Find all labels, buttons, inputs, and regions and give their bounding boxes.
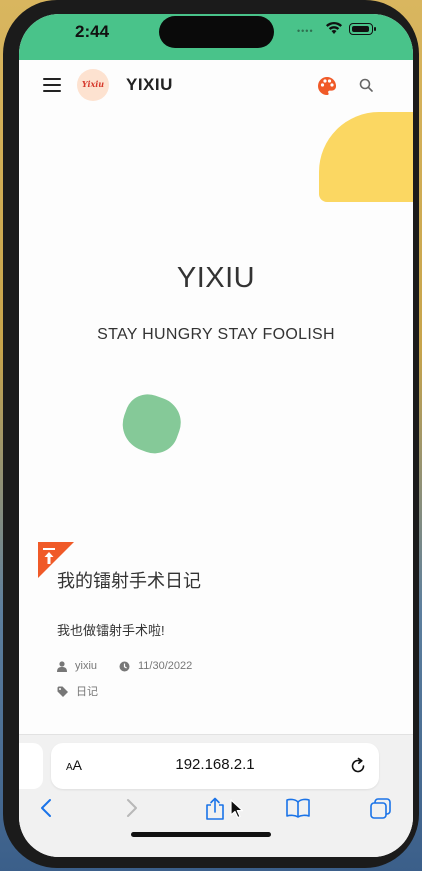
mouse-cursor-icon: [230, 799, 244, 819]
forward-icon[interactable]: [121, 797, 141, 819]
post-card: 我的镭射手术日记 我也做镭射手术啦! yixiu 11/30/2022 日记: [19, 530, 413, 740]
site-title[interactable]: YIXIU: [126, 75, 173, 95]
previous-tab-pill[interactable]: [19, 743, 43, 789]
reload-icon[interactable]: [349, 757, 367, 775]
decorative-yellow-blob: [319, 112, 413, 202]
dynamic-island: [159, 16, 274, 48]
back-icon[interactable]: [37, 797, 57, 819]
hero-subtitle: STAY HUNGRY STAY FOOLISH: [97, 326, 335, 343]
share-icon[interactable]: [204, 797, 226, 821]
status-bar: 2:44 ••••: [19, 14, 413, 60]
site-header: Yixiu YIXIU: [19, 60, 413, 110]
avatar-logo-text: Yixiu: [81, 79, 105, 89]
phone-screen: 2:44 •••• Yixiu YIXIU YIXIU STAY HUNGRY …: [19, 14, 413, 857]
phone-frame: 2:44 •••• Yixiu YIXIU YIXIU STAY HUNGRY …: [3, 0, 419, 868]
search-icon[interactable]: [359, 78, 373, 92]
post-date-text: 11/30/2022: [138, 660, 193, 672]
tabs-icon[interactable]: [369, 797, 393, 821]
decorative-green-blob: [115, 387, 188, 461]
hero-title: YIXIU: [176, 262, 256, 294]
post-excerpt: 我也做镭射手术啦!: [57, 623, 165, 638]
status-time: 2:44: [75, 22, 110, 41]
avatar[interactable]: Yixiu: [77, 69, 109, 101]
tag-icon: [57, 686, 68, 697]
browser-toolbar: AA 192.168.2.1: [19, 734, 413, 857]
address-bar[interactable]: AA 192.168.2.1: [51, 743, 379, 789]
post-tag[interactable]: 日记: [57, 683, 98, 699]
home-indicator: [131, 832, 271, 837]
battery-icon: [349, 23, 376, 35]
post-author[interactable]: yixiu: [57, 660, 97, 672]
hero-banner: YIXIU STAY HUNGRY STAY FOOLISH: [19, 110, 413, 530]
post-title[interactable]: 我的镭射手术日记: [57, 567, 201, 593]
post-tag-text: 日记: [76, 686, 98, 698]
signal-icon: ••••: [297, 26, 314, 36]
palette-icon[interactable]: [317, 76, 337, 96]
bookmarks-icon[interactable]: [285, 797, 311, 819]
user-icon: [57, 660, 67, 672]
post-author-name: yixiu: [75, 660, 98, 672]
clock-icon: [119, 661, 130, 671]
url-text[interactable]: 192.168.2.1: [51, 756, 379, 773]
hamburger-icon[interactable]: [43, 78, 61, 93]
wifi-icon: [326, 21, 342, 34]
post-date: 11/30/2022: [119, 660, 192, 672]
